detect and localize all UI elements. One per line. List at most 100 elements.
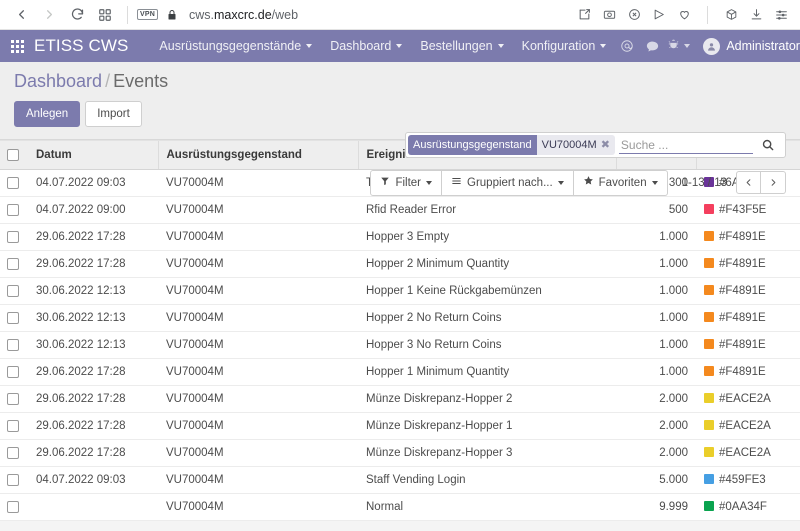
group-by-button[interactable]: Gruppiert nach... — [442, 170, 574, 196]
color-label: #F4891E — [719, 231, 766, 244]
chat-bubble-icon[interactable] — [640, 34, 664, 58]
row-checkbox[interactable] — [7, 312, 19, 325]
search-icon[interactable] — [757, 134, 779, 156]
table-row[interactable]: 29.06.2022 17:28 VU70004M Münze Diskrepanz… — [0, 412, 800, 441]
table-row[interactable]: 30.06.2022 12:13 VU70004M Hopper 3 No Retu… — [0, 331, 800, 360]
chevron-down-icon — [651, 180, 658, 185]
row-checkbox[interactable] — [7, 258, 19, 271]
cell-weight: 1.000 — [616, 331, 696, 360]
cell-equipment: VU70004M — [158, 223, 358, 252]
tab-grid-icon[interactable] — [92, 2, 118, 28]
import-button[interactable]: Import — [85, 101, 142, 128]
row-checkbox[interactable] — [7, 474, 19, 487]
row-checkbox[interactable] — [7, 420, 19, 433]
cell-weight: 1.000 — [616, 250, 696, 279]
footer-cell-equipment — [158, 520, 358, 531]
bug-icon — [667, 38, 680, 54]
search-facet-value: VU70004M ✖ — [536, 135, 615, 155]
apps-grid-icon[interactable] — [11, 39, 24, 53]
footer-cell-check — [0, 520, 28, 531]
row-checkbox[interactable] — [7, 204, 19, 217]
table-row[interactable]: 29.06.2022 17:28 VU70004M Hopper 1 Minimum… — [0, 358, 800, 387]
user-menu[interactable]: Administrator (cws) — [695, 37, 800, 55]
package-icon[interactable] — [720, 4, 742, 26]
menu-item-orders[interactable]: Bestellungen — [411, 33, 512, 59]
footer-cell-color — [696, 520, 800, 531]
row-checkbox[interactable] — [7, 285, 19, 298]
favorites-button[interactable]: Favoriten — [573, 170, 668, 196]
cell-event: Normal — [358, 493, 616, 522]
group-by-button-label: Gruppiert nach... — [467, 176, 553, 189]
select-all-checkbox-cell — [0, 139, 28, 171]
debug-menu[interactable] — [665, 38, 694, 54]
table-row[interactable]: 29.06.2022 17:28 VU70004M Münze Diskrepanz… — [0, 439, 800, 468]
column-header-equipment[interactable]: Ausrüstungsgegenstand — [157, 139, 358, 171]
row-checkbox[interactable] — [7, 447, 19, 460]
back-icon[interactable] — [8, 2, 34, 28]
menu-item-equipment[interactable]: Ausrüstungsgegenstände — [150, 33, 321, 59]
select-all-checkbox[interactable] — [7, 149, 19, 161]
row-checkbox[interactable] — [7, 177, 19, 190]
search-input[interactable] — [618, 136, 753, 154]
cell-event: Münze Diskrepanz-Hopper 1 — [358, 412, 616, 441]
close-icon[interactable]: ✖ — [601, 139, 610, 151]
sliders-icon[interactable] — [770, 4, 792, 26]
search-facet-equipment[interactable]: Ausrüstungsgegenstand VU70004M ✖ — [408, 135, 615, 155]
cell-color: #F43F5E — [696, 196, 800, 225]
row-checkbox-cell — [0, 277, 28, 306]
address-bar-url[interactable]: cws.maxcrc.de/web — [189, 8, 298, 22]
cell-event: Hopper 2 No Return Coins — [358, 304, 616, 333]
cell-weight: 1.000 — [616, 358, 696, 387]
at-sign-icon[interactable] — [615, 34, 639, 58]
filter-button[interactable]: Filter — [370, 170, 442, 196]
search-bar[interactable]: Ausrüstungsgegenstand VU70004M ✖ — [405, 132, 786, 158]
browser-toolbar: VPN cws.maxcrc.de/web — [0, 0, 800, 30]
menu-item-configuration[interactable]: Konfiguration — [513, 33, 616, 59]
cell-color: #F4891E — [696, 250, 800, 279]
color-label: #F4891E — [719, 339, 766, 352]
pager-previous-button[interactable] — [736, 171, 761, 195]
color-label: #F4891E — [719, 258, 766, 271]
table-row[interactable]: 04.07.2022 09:03 VU70004M Staff Vending Lo… — [0, 466, 800, 495]
forward-icon[interactable] — [36, 2, 62, 28]
pager-next-button[interactable] — [761, 171, 786, 195]
cell-equipment: VU70004M — [158, 169, 358, 198]
cell-date: 29.06.2022 17:28 — [28, 385, 158, 414]
breadcrumb-parent[interactable]: Dashboard — [14, 71, 102, 91]
shield-x-icon[interactable] — [623, 4, 645, 26]
color-swatch — [704, 339, 714, 350]
favorites-button-label: Favoriten — [598, 176, 647, 189]
column-header-date[interactable]: Datum — [28, 139, 158, 171]
table-row[interactable]: 30.06.2022 12:13 VU70004M Hopper 1 Keine R… — [0, 277, 800, 306]
control-panel: Dashboard / Events Anlegen Import Ausrüstu… — [0, 62, 800, 196]
table-row[interactable]: 29.06.2022 17:28 VU70004M Hopper 3 Empty 1.… — [0, 223, 800, 252]
row-checkbox[interactable] — [7, 231, 19, 244]
cell-date: 30.06.2022 12:13 — [28, 331, 158, 360]
table-row[interactable]: 29.06.2022 17:28 VU70004M Hopper 2 Minimum… — [0, 250, 800, 279]
row-checkbox[interactable] — [7, 393, 19, 406]
reload-icon[interactable] — [64, 2, 90, 28]
menu-item-dashboard[interactable]: Dashboard — [321, 33, 411, 59]
search-facet-value-text: VU70004M — [541, 139, 597, 151]
cell-event: Hopper 3 Empty — [358, 223, 616, 252]
row-checkbox[interactable] — [7, 339, 19, 352]
table-row[interactable]: 04.07.2022 09:00 VU70004M Rfid Reader Erro… — [0, 196, 800, 225]
edit-note-icon[interactable] — [573, 4, 595, 26]
cell-color: #F4891E — [696, 304, 800, 333]
table-row[interactable]: VU70004M Normal 9.999 #0AA34F — [0, 493, 800, 522]
color-label: #F4891E — [719, 285, 766, 298]
menu-item-label: Bestellungen — [420, 39, 493, 53]
lock-icon[interactable] — [166, 9, 178, 21]
row-checkbox[interactable] — [7, 501, 19, 514]
cell-equipment: VU70004M — [158, 439, 358, 468]
table-row[interactable]: 29.06.2022 17:28 VU70004M Münze Diskrepanz… — [0, 385, 800, 414]
cell-equipment: VU70004M — [158, 277, 358, 306]
table-row[interactable]: 30.06.2022 12:13 VU70004M Hopper 2 No Retu… — [0, 304, 800, 333]
heart-icon[interactable] — [673, 4, 695, 26]
send-icon[interactable] — [648, 4, 670, 26]
create-button[interactable]: Anlegen — [14, 101, 81, 128]
app-brand[interactable]: ETISS CWS — [34, 36, 128, 56]
download-icon[interactable] — [745, 4, 767, 26]
camera-icon[interactable] — [598, 4, 620, 26]
row-checkbox[interactable] — [7, 366, 19, 379]
